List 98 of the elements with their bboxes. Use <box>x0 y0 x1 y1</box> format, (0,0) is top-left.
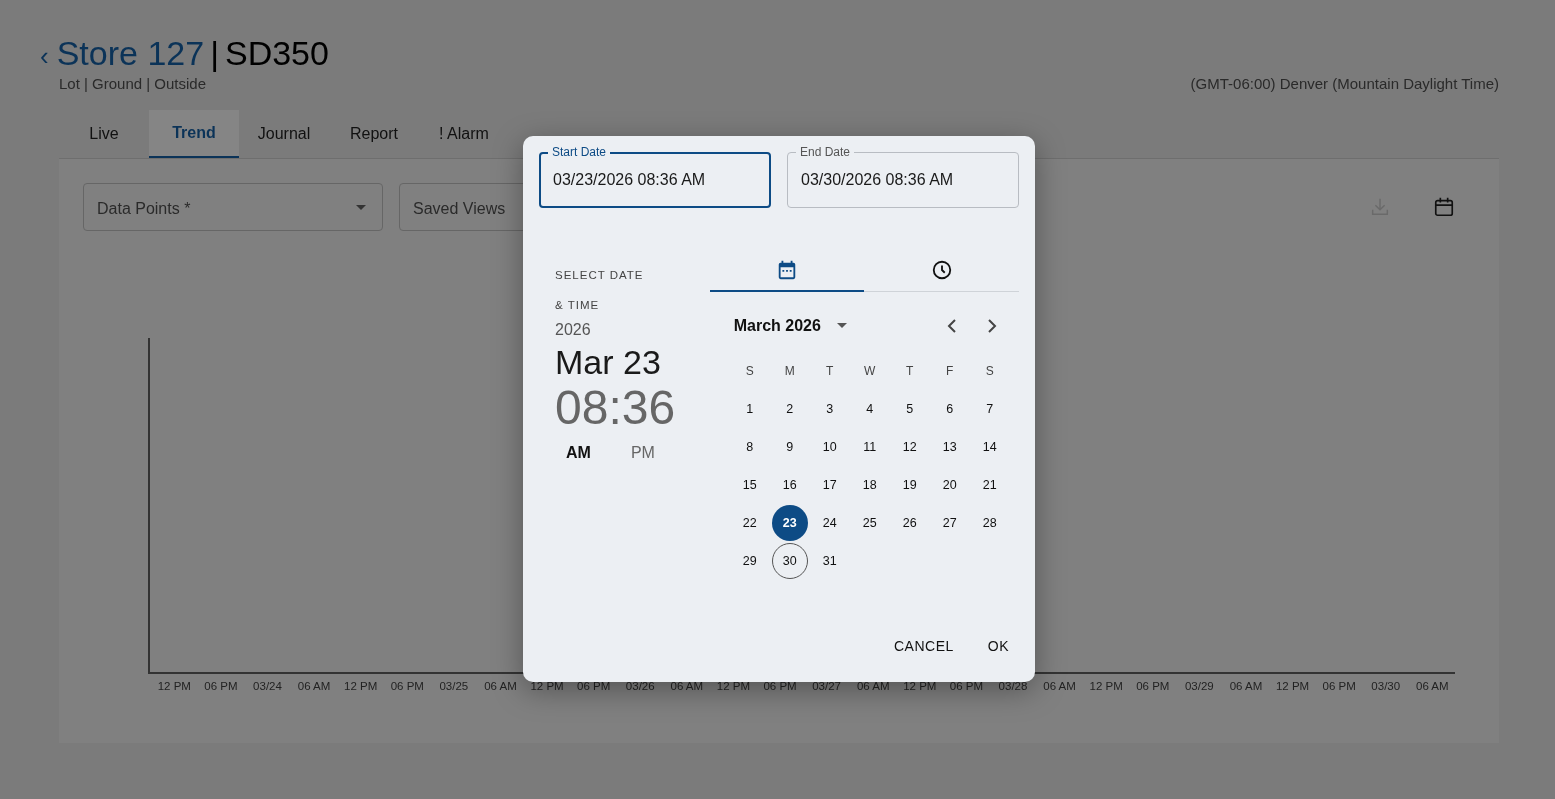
axis-label: 06 AM <box>1415 680 1450 692</box>
calendar-day[interactable]: 6 <box>931 391 968 427</box>
tab[interactable]: ! Alarm <box>419 110 509 158</box>
calendar-day[interactable]: 27 <box>931 505 968 541</box>
calendar-day[interactable]: 20 <box>931 467 968 503</box>
weekday-label: T <box>905 363 915 380</box>
dropdown-icon[interactable] <box>836 323 847 329</box>
axis-label: 03/29 <box>1183 680 1215 692</box>
tab[interactable]: Journal <box>239 110 329 158</box>
clock-icon <box>930 259 953 281</box>
calendar-day[interactable]: 2 <box>771 391 808 427</box>
field-value: 03/30/2026 08:36 AM <box>801 171 954 189</box>
axis-label: 06 PM <box>203 680 239 692</box>
axis-label: 06 PM <box>1135 680 1171 692</box>
axis-label: 03/28 <box>997 680 1029 692</box>
calendar-day[interactable]: 14 <box>971 429 1008 465</box>
axis-label: 12 PM <box>715 680 752 692</box>
weekday-label: S <box>744 363 755 380</box>
axis-label: 06 AM <box>669 680 705 692</box>
selected-date: Mar 23 <box>555 343 662 382</box>
calendar-day[interactable]: 11 <box>851 429 888 465</box>
next-icon[interactable] <box>987 319 997 333</box>
calendar-day[interactable]: 19 <box>891 467 928 503</box>
axis-label: 03/24 <box>252 680 283 692</box>
tab[interactable]: Report <box>329 110 419 158</box>
axis-label: 06 AM <box>483 680 518 692</box>
axis-label: 03/25 <box>438 680 470 692</box>
calendar-day[interactable]: 29 <box>731 543 768 579</box>
caption: SELECT DATE <box>555 269 645 281</box>
axis-label: 12 PM <box>1088 680 1124 692</box>
tab[interactable]: Live <box>59 110 149 158</box>
selected-time[interactable]: 08:36 <box>555 382 710 434</box>
calendar-icon <box>776 259 798 281</box>
calendar-icon[interactable] <box>1433 196 1455 218</box>
field-label: End Date <box>796 145 855 159</box>
calendar-day[interactable]: 9 <box>771 429 808 465</box>
calendar-day[interactable]: 21 <box>971 467 1008 503</box>
calendar-day[interactable]: 4 <box>851 391 888 427</box>
axis-label: 06 PM <box>948 680 984 692</box>
calendar-day[interactable]: 7 <box>971 391 1008 427</box>
ok-button[interactable]: OK <box>977 630 1019 662</box>
axis-label: 12 PM <box>343 680 379 692</box>
meridiem-toggle[interactable]: PM <box>623 440 662 466</box>
axis-label: 12 PM <box>529 680 565 692</box>
date-field[interactable]: End Date 03/30/2026 08:36 AM <box>787 144 1019 208</box>
calendar-day[interactable]: 16 <box>771 467 808 503</box>
axis-label: 06 AM <box>855 680 891 692</box>
location-path: Lot | Ground | Outside <box>59 75 207 92</box>
device-title: SD350 <box>224 34 329 73</box>
calendar-day[interactable]: 15 <box>731 467 768 503</box>
calendar-day[interactable]: 12 <box>891 429 928 465</box>
calendar-day[interactable]: 25 <box>851 505 888 541</box>
calendar-day[interactable]: 24 <box>811 505 848 541</box>
calendar-day[interactable]: 17 <box>811 467 848 503</box>
field-label: Start Date <box>548 145 611 159</box>
axis-label: 06 PM <box>389 680 425 692</box>
axis-label: 06 AM <box>296 680 332 692</box>
axis-label: 06 PM <box>1321 680 1357 692</box>
calendar-day[interactable]: 3 <box>811 391 848 427</box>
axis-label: 06 PM <box>762 680 798 692</box>
cancel-button[interactable]: CANCEL <box>883 630 964 662</box>
calendar-day[interactable]: 18 <box>851 467 888 503</box>
calendar-day[interactable]: 13 <box>931 429 968 465</box>
year-label: 2026 <box>555 321 592 339</box>
axis-label: 12 PM <box>1274 680 1311 692</box>
field-value: 03/23/2026 08:36 AM <box>553 171 706 189</box>
weekday-label: S <box>984 363 995 380</box>
calendar-day[interactable]: 22 <box>731 505 768 541</box>
axis-label: 12 PM <box>156 680 192 692</box>
site-title: Store 127 <box>56 34 205 73</box>
caret-icon <box>356 205 366 211</box>
meridiem-toggle[interactable]: AM <box>559 440 598 466</box>
axis-label: 03/26 <box>624 680 656 692</box>
calendar-day[interactable]: 28 <box>971 505 1008 541</box>
calendar-day[interactable]: 31 <box>811 543 848 579</box>
timezone-label: (GMT-06:00) Denver (Mountain Daylight Time) <box>1190 75 1499 92</box>
weekday-label: W <box>863 363 877 380</box>
caption: & TIME <box>555 299 601 311</box>
month-label: March 2026 <box>733 317 821 335</box>
previous-icon[interactable] <box>947 319 957 333</box>
calendar-day[interactable]: 8 <box>731 429 768 465</box>
axis-label: 03/27 <box>811 680 842 692</box>
weekday-label: T <box>825 363 835 380</box>
calendar-day[interactable]: 26 <box>891 505 928 541</box>
axis-label: 12 PM <box>902 680 938 692</box>
calendar-day[interactable]: 5 <box>891 391 928 427</box>
axis-label: 06 AM <box>1042 680 1077 692</box>
date-field[interactable]: Start Date 03/23/2026 08:36 AM <box>539 144 771 208</box>
data-points-select[interactable]: Data Points * <box>83 183 383 231</box>
weekday-label: M <box>783 363 796 380</box>
axis-label: 06 PM <box>576 680 612 692</box>
title-separator: | <box>210 34 219 73</box>
calendar-day[interactable]: 10 <box>811 429 848 465</box>
axis-label: 03/30 <box>1370 680 1402 692</box>
calendar-day[interactable]: 1 <box>731 391 768 427</box>
calendar-day[interactable]: 23 <box>771 505 808 541</box>
weekday-label: F <box>945 363 955 380</box>
axis-label: 06 AM <box>1228 680 1264 692</box>
